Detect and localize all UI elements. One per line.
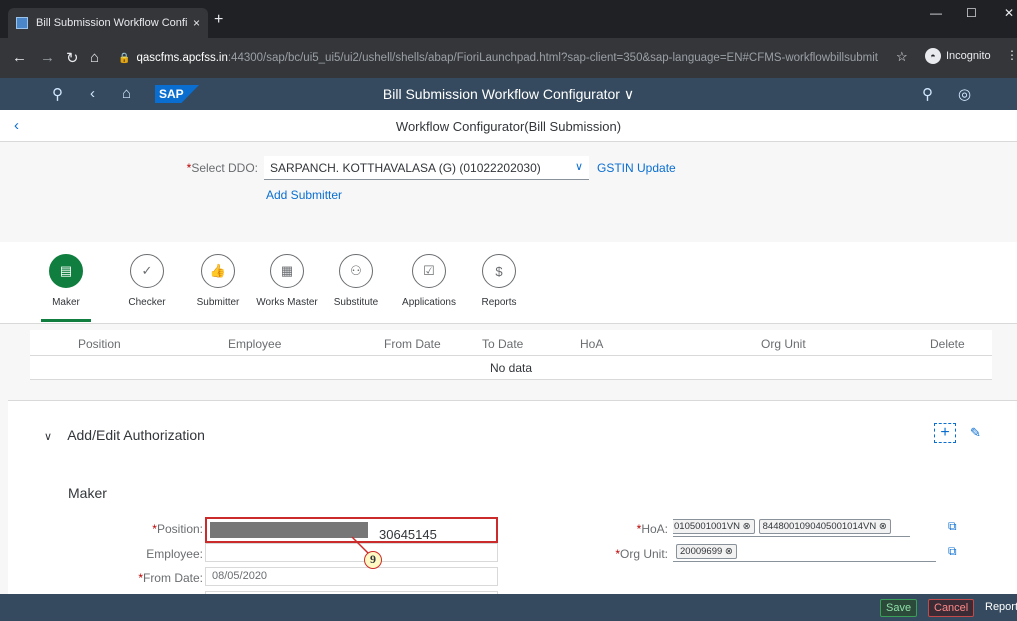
save-button[interactable]: Save <box>880 599 918 617</box>
cancel-button[interactable]: Cancel <box>928 599 975 617</box>
report-button[interactable]: Report <box>980 599 1017 617</box>
footer-toolbar: Save Cancel Report <box>0 594 1017 621</box>
step-callout-badge: 9 <box>364 551 382 569</box>
callout-leader-line <box>351 536 369 554</box>
